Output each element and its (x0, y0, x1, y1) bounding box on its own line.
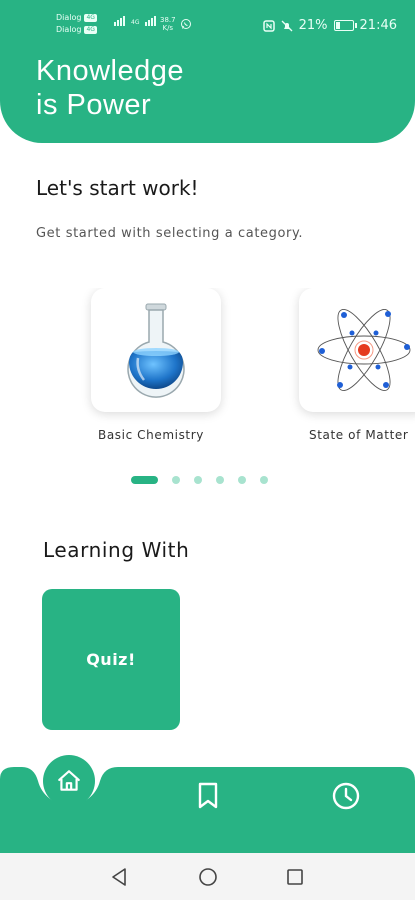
category-card-basic-chemistry[interactable] (91, 288, 221, 412)
carrier-1-name: Dialog (56, 13, 82, 22)
pagination-dot[interactable] (260, 476, 268, 484)
carrier-2-tag: 4G (84, 26, 97, 34)
greeting-text: Let's start work! (36, 176, 199, 200)
data-speed: 38.7 K/s (160, 16, 176, 32)
back-icon (112, 868, 126, 886)
subtitle-text: Get started with selecting a category. (36, 226, 304, 241)
system-home-button[interactable] (196, 865, 220, 889)
learning-section-title: Learning With (43, 538, 190, 562)
mute-icon (281, 20, 293, 31)
signal-icon: 4G (114, 16, 157, 26)
carousel-pagination (131, 476, 268, 484)
nav-bookmark-button[interactable] (190, 778, 226, 814)
pagination-dot[interactable] (216, 476, 224, 484)
page-title: Knowledge is Power (36, 55, 184, 121)
home-circle-icon (199, 868, 217, 886)
system-nav-bar (0, 853, 415, 900)
pagination-dot[interactable] (194, 476, 202, 484)
system-back-button[interactable] (107, 865, 131, 889)
nav-history-button[interactable] (328, 778, 364, 814)
pagination-dot[interactable] (238, 476, 246, 484)
clock-time: 21:46 (359, 18, 397, 33)
atom-icon (317, 309, 411, 391)
recents-icon (287, 869, 303, 885)
quiz-label: Quiz! (86, 650, 136, 669)
pagination-dot-active[interactable] (131, 476, 158, 484)
nfc-icon (262, 19, 275, 32)
app-screen: Dialog 4G Dialog 4G 4G 38.7 K/s 21% 21:4… (0, 0, 415, 900)
status-right: 21% 21:46 (262, 18, 397, 33)
system-recents-button[interactable] (283, 865, 307, 889)
category-label-basic-chemistry: Basic Chemistry (98, 428, 204, 442)
quiz-button[interactable]: Quiz! (42, 589, 180, 730)
bookmark-icon (198, 782, 218, 809)
home-icon (58, 770, 80, 791)
round-flask-icon (127, 303, 185, 398)
category-label-state-of-matter: State of Matter (309, 428, 409, 442)
battery-percent: 21% (298, 18, 328, 33)
whatsapp-icon (181, 19, 191, 29)
pagination-dot[interactable] (172, 476, 180, 484)
clock-icon (332, 782, 360, 810)
nav-home-button[interactable] (43, 755, 95, 807)
category-carousel[interactable]: Basic Chemistry State of Matter (0, 288, 415, 458)
carrier-1-tag: 4G (84, 14, 97, 22)
network-type: 4G (131, 19, 140, 26)
category-card-state-of-matter[interactable] (299, 288, 415, 412)
carrier-info: Dialog 4G Dialog 4G (56, 12, 97, 36)
status-bar: Dialog 4G Dialog 4G 4G 38.7 K/s 21% 21:4… (0, 10, 415, 42)
header: Dialog 4G Dialog 4G 4G 38.7 K/s 21% 21:4… (0, 0, 415, 143)
battery-icon (333, 20, 357, 31)
carrier-2-name: Dialog (56, 25, 82, 34)
